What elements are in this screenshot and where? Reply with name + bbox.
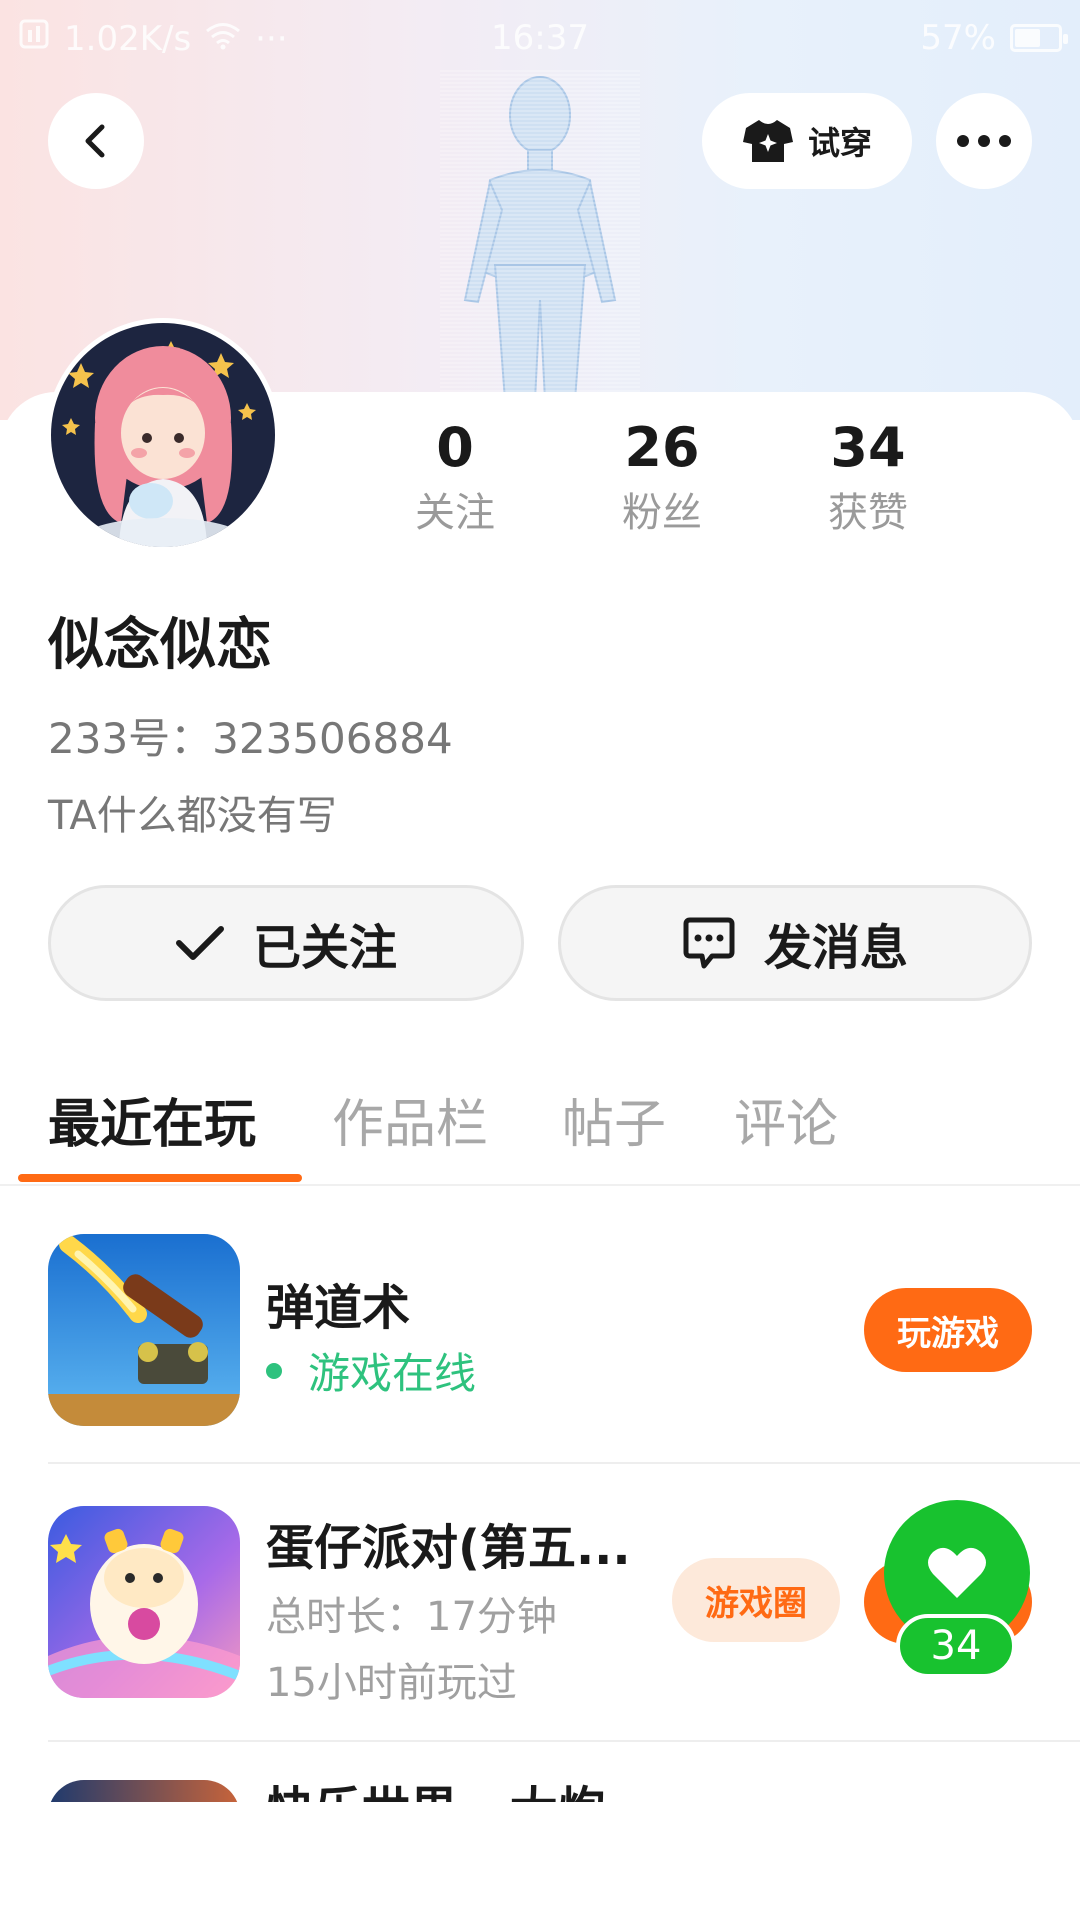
avatar-image <box>51 323 275 547</box>
send-message-button[interactable]: 发消息 <box>558 885 1032 1001</box>
game-title: 弹道术 <box>266 1280 411 1336</box>
stat-likes[interactable]: 34 获赞 <box>768 408 968 538</box>
game-play-duration: 总时长：17分钟 <box>266 1594 557 1640</box>
tab-works[interactable]: 作品栏 <box>332 1082 488 1157</box>
user-id-label: 233号： <box>48 714 213 763</box>
user-id-value: 323506884 <box>212 714 453 763</box>
following-button-label: 已关注 <box>252 920 397 976</box>
more-options-button[interactable] <box>936 93 1032 189</box>
avatar-3d-preview <box>440 70 640 400</box>
game-last-played: 15小时前玩过 <box>266 1660 517 1706</box>
back-button[interactable] <box>48 93 144 189</box>
user-avatar[interactable] <box>46 318 280 552</box>
battery-icon <box>1010 24 1068 52</box>
game-title: 快乐世界 · 大炮 <box>266 1780 606 1802</box>
try-on-button[interactable]: 试穿 <box>702 93 912 189</box>
game-online-status: 游戏在线 <box>266 1340 476 1401</box>
heart-icon <box>928 1547 986 1598</box>
chevron-left-icon <box>85 124 105 158</box>
status-bar: 1.02K/s ··· 16:37 57% <box>0 0 1080 80</box>
stat-followers[interactable]: 26 粉丝 <box>562 408 762 538</box>
stat-following[interactable]: 0 关注 <box>355 408 555 538</box>
online-status-label: 游戏在线 <box>308 1349 477 1398</box>
game-icon-partial[interactable] <box>48 1780 240 1802</box>
battery-percent: 57% <box>920 18 996 58</box>
followers-count: 26 <box>624 416 700 479</box>
game-icon-eggy-party[interactable] <box>48 1506 240 1698</box>
likes-label: 获赞 <box>828 490 908 536</box>
game-row-partial: 快乐世界 · 大炮 <box>0 1780 1080 1802</box>
user-id: 233号：323506884 <box>48 705 453 766</box>
online-dot-icon <box>266 1362 282 1379</box>
user-bio: TA什么都没有写 <box>48 793 337 839</box>
row-divider <box>48 1740 1080 1742</box>
tab-comments[interactable]: 评论 <box>734 1082 838 1157</box>
user-nickname: 似念似恋 <box>48 613 272 678</box>
likes-count: 34 <box>830 416 906 479</box>
tab-recently-played[interactable]: 最近在玩 <box>48 1082 256 1157</box>
tab-posts[interactable]: 帖子 <box>562 1082 666 1157</box>
tab-divider <box>0 1184 1080 1186</box>
play-game-button[interactable]: 玩游戏 <box>864 1288 1032 1372</box>
game-icon-ballistics[interactable] <box>48 1234 240 1426</box>
following-count: 0 <box>436 416 474 479</box>
send-message-label: 发消息 <box>763 920 908 976</box>
clock: 16:37 <box>491 18 589 58</box>
chat-bubble-icon <box>683 917 735 969</box>
try-on-label: 试穿 <box>807 124 872 162</box>
following-button[interactable]: 已关注 <box>48 885 524 1001</box>
checkmark-icon <box>175 926 224 960</box>
like-count-badge: 34 <box>896 1614 1016 1678</box>
game-title: 蛋仔派对(第五... <box>266 1520 631 1576</box>
followers-label: 粉丝 <box>622 490 702 536</box>
row-divider <box>48 1462 1080 1464</box>
active-tab-indicator <box>18 1174 302 1182</box>
tshirt-icon <box>742 120 793 162</box>
following-label: 关注 <box>415 490 495 536</box>
game-circle-button[interactable]: 游戏圈 <box>672 1558 840 1642</box>
more-dots-icon <box>957 135 1011 147</box>
